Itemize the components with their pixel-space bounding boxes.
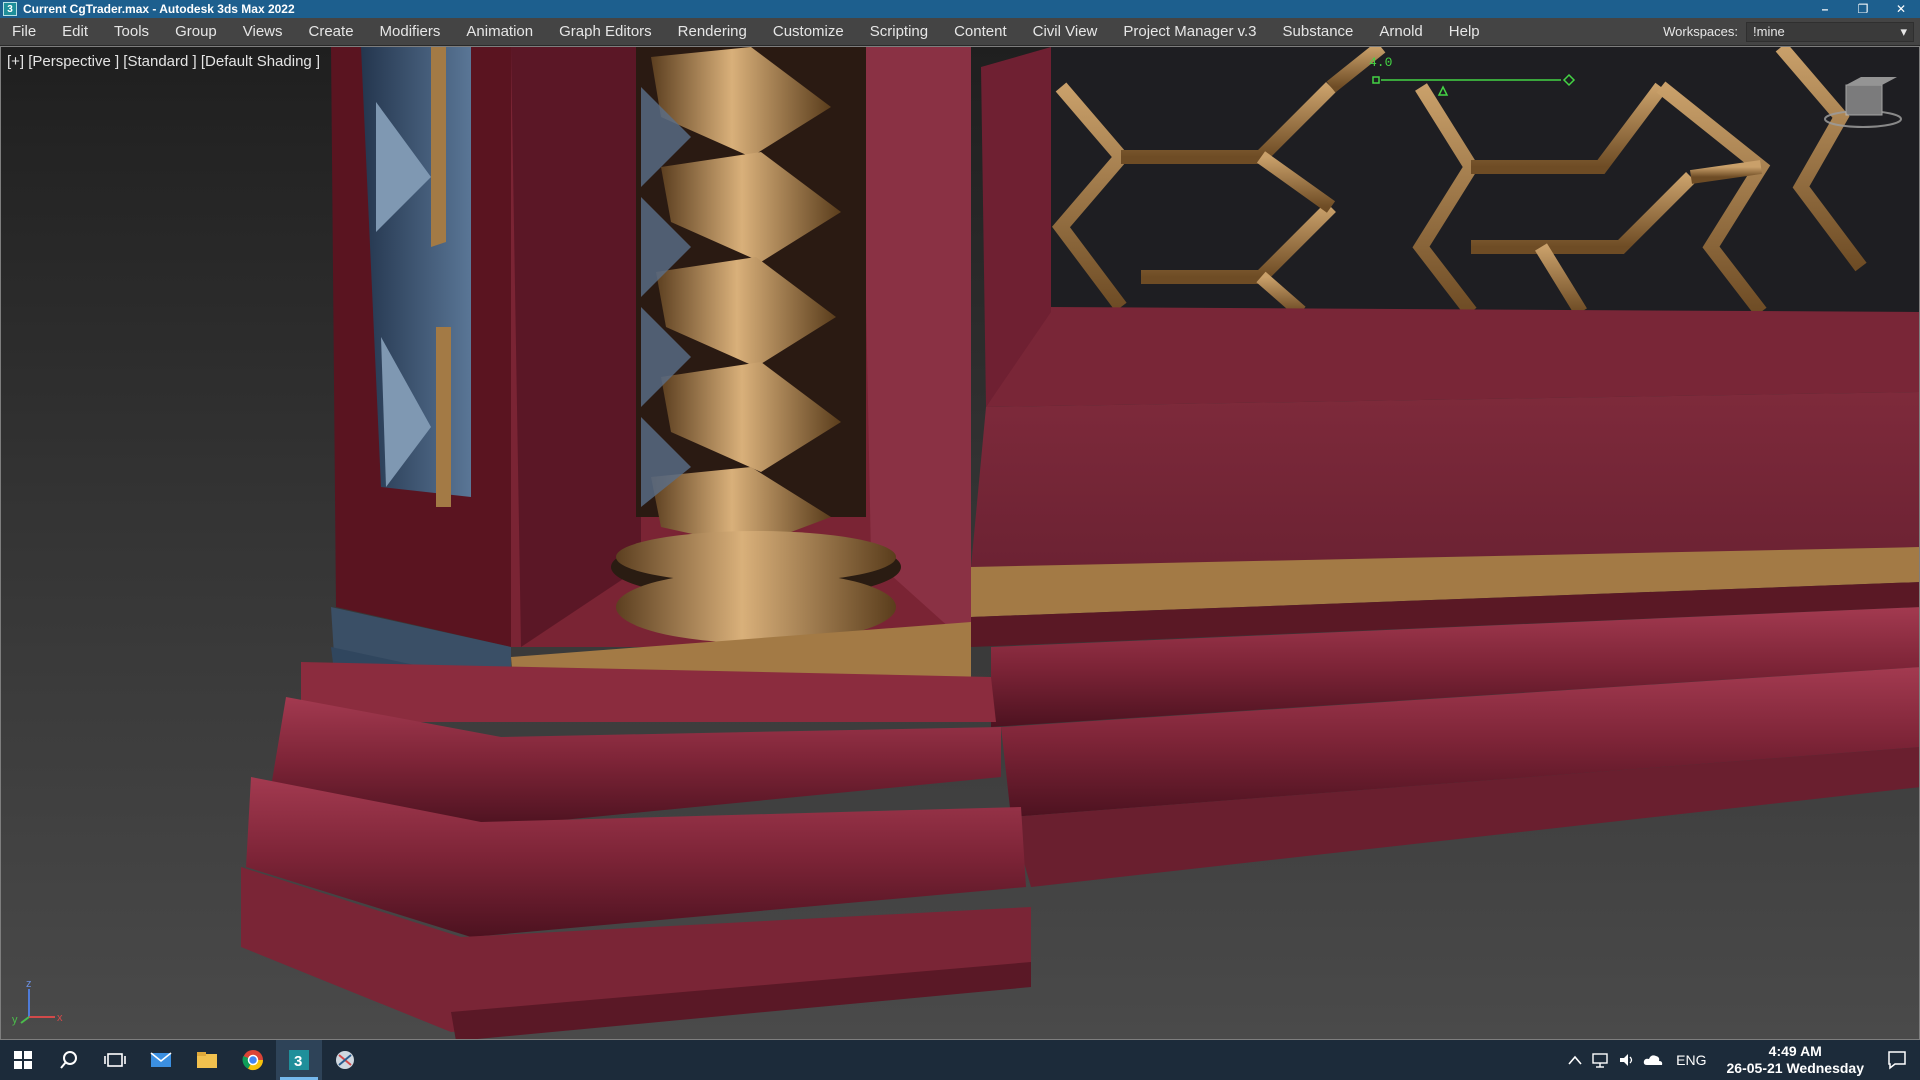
menu-group[interactable]: Group (162, 23, 230, 40)
scene-render (241, 47, 1919, 1039)
menu-modifiers[interactable]: Modifiers (367, 23, 454, 40)
chrome-icon[interactable] (230, 1040, 276, 1080)
window-controls: – ❐ ✕ (1806, 0, 1920, 18)
viewport-label[interactable]: [+] [Perspective ] [Standard ] [Default … (7, 53, 320, 70)
system-tray: ENG 4:49 AM 26-05-21 Wednesday (1562, 1040, 1920, 1080)
restore-button[interactable]: ❐ (1844, 0, 1882, 18)
window-title: Current CgTrader.max - Autodesk 3ds Max … (23, 2, 295, 16)
language-indicator[interactable]: ENG (1676, 1052, 1706, 1068)
task-view-icon[interactable] (92, 1040, 138, 1080)
chevron-up-icon[interactable] (1562, 1055, 1588, 1065)
windows-start-icon[interactable] (0, 1040, 46, 1080)
chevron-down-icon: ▾ (1900, 23, 1907, 39)
menu-graph-editors[interactable]: Graph Editors (546, 23, 665, 40)
menu-content[interactable]: Content (941, 23, 1020, 40)
onedrive-cloud-icon[interactable] (1640, 1053, 1666, 1067)
axis-x-label: x (57, 1012, 63, 1024)
volume-icon[interactable] (1614, 1052, 1640, 1068)
windows-taskbar: 3 ENG 4:49 AM 26-05-21 Wednesday (0, 1040, 1920, 1080)
menu-substance[interactable]: Substance (1270, 23, 1367, 40)
menu-rendering[interactable]: Rendering (665, 23, 760, 40)
menu-arnold[interactable]: Arnold (1366, 23, 1435, 40)
workspaces-dropdown[interactable]: !mine ▾ (1746, 21, 1914, 42)
network-icon[interactable] (1588, 1052, 1614, 1068)
snipping-tool-icon[interactable] (322, 1040, 368, 1080)
menu-bar: File Edit Tools Group Views Create Modif… (0, 18, 1920, 46)
perspective-viewport[interactable]: [+] [Perspective ] [Standard ] [Default … (0, 46, 1920, 1040)
system-clock[interactable]: 4:49 AM 26-05-21 Wednesday (1727, 1043, 1864, 1077)
base-molding (241, 662, 1031, 1039)
mail-icon[interactable] (138, 1040, 184, 1080)
close-button[interactable]: ✕ (1882, 0, 1920, 18)
lattice-panel (1051, 47, 1919, 318)
menu-create[interactable]: Create (296, 23, 367, 40)
file-explorer-icon[interactable] (184, 1040, 230, 1080)
menu-animation[interactable]: Animation (453, 23, 546, 40)
notification-center-icon[interactable] (1874, 1050, 1920, 1070)
axis-z-label: z (26, 978, 32, 990)
menu-file[interactable]: File (0, 23, 49, 40)
menu-help[interactable]: Help (1436, 23, 1493, 40)
3dsmax-app-icon[interactable]: 3 (3, 2, 17, 16)
workspaces-label: Workspaces: (1663, 24, 1738, 39)
menu-edit[interactable]: Edit (49, 23, 101, 40)
workspaces-control: Workspaces: !mine ▾ (1663, 21, 1914, 42)
title-bar: 3 Current CgTrader.max - Autodesk 3ds Ma… (0, 0, 1920, 18)
workspaces-value: !mine (1753, 24, 1785, 39)
clock-date: 26-05-21 Wednesday (1726, 1060, 1864, 1076)
menu-tools[interactable]: Tools (101, 23, 162, 40)
search-icon[interactable] (46, 1040, 92, 1080)
3dsmax-taskbar-icon[interactable]: 3 (276, 1040, 322, 1080)
menu-customize[interactable]: Customize (760, 23, 857, 40)
pillar-left (331, 47, 511, 707)
minimize-button[interactable]: – (1806, 0, 1844, 18)
menu-scripting[interactable]: Scripting (857, 23, 941, 40)
menu-civil-view[interactable]: Civil View (1020, 23, 1111, 40)
clock-time: 4:49 AM (1768, 1043, 1822, 1059)
menu-project-manager[interactable]: Project Manager v.3 (1110, 23, 1269, 40)
menu-views[interactable]: Views (230, 23, 296, 40)
hud-value: 4.0 (1369, 55, 1393, 70)
axis-y-label: y (12, 1014, 18, 1026)
axis-tripod-icon: z x y (12, 978, 63, 1026)
3dsmax-taskbar-glyph: 3 (294, 1053, 302, 1070)
